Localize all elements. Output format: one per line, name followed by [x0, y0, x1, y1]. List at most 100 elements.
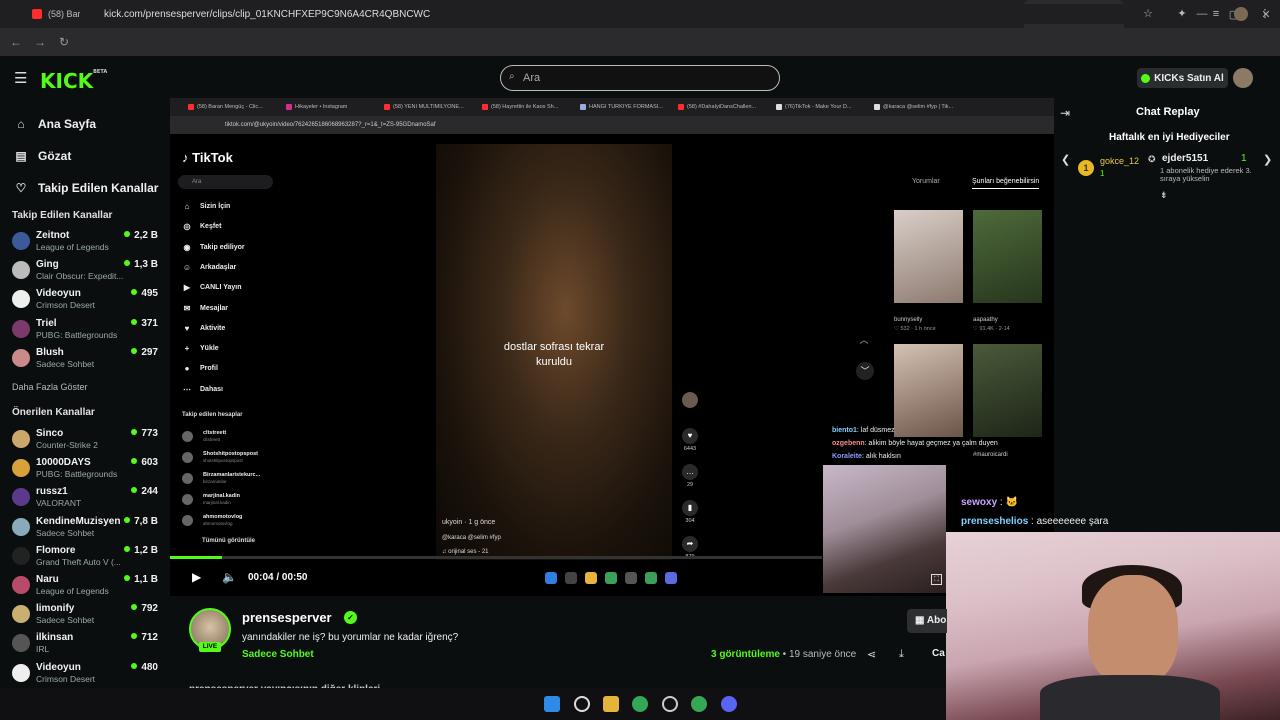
comment-action: … 29: [680, 464, 700, 488]
recorded-url: tiktok.com/@ukyoin/video/762426518606896…: [225, 122, 436, 128]
channel-name: Triel: [36, 317, 57, 329]
channel-category: Sadece Sohbet: [36, 358, 95, 369]
nav-heart[interactable]: ♡ Takip Edilen Kanallar: [14, 178, 159, 198]
clip-category[interactable]: Sadece Sohbet: [242, 649, 314, 660]
channel-item[interactable]: russz1 VALORANT 244: [12, 486, 162, 514]
channel-item[interactable]: Blush Sadece Sohbet 297: [12, 347, 162, 375]
clip-action-button[interactable]: Ca: [932, 648, 945, 659]
url-field[interactable]: kick.com/prensesperver/clips/clip_01KNCH…: [80, 4, 1160, 24]
discord-icon[interactable]: [721, 696, 737, 712]
reload-icon[interactable]: ↻: [52, 35, 76, 49]
nav-label: Takip Edilen Kanallar: [38, 181, 159, 195]
expand-icon[interactable]: ⇟: [1160, 190, 1168, 201]
tiktok-nav-item: ⌂ Sizin İçin: [182, 202, 231, 211]
chat-message: prenseshelios : aseeeeeee şara: [961, 516, 1108, 527]
bookmark-star-icon[interactable]: ☆: [1141, 7, 1155, 21]
channel-item[interactable]: 10000DAYS PUBG: Battlegrounds 603: [12, 457, 162, 485]
tiktok-logo: ♪ TikTok: [182, 150, 233, 165]
video-progress-bar[interactable]: [170, 556, 822, 559]
channel-category: Crimson Desert: [36, 300, 96, 311]
show-more-link[interactable]: Daha Fazla Göster: [12, 382, 88, 392]
tiktok-nav-label: Sizin İçin: [200, 203, 231, 210]
tiktok-account-name: cltstreett: [203, 430, 227, 436]
webcam-person-face: [1088, 575, 1178, 685]
settings-icon[interactable]: [662, 696, 678, 712]
back-icon[interactable]: ←: [4, 35, 28, 49]
channel-name[interactable]: prensesperver: [242, 610, 332, 625]
channel-name: Flomore: [36, 544, 76, 556]
chrome-icon: [605, 572, 617, 584]
download-icon[interactable]: ⤓: [899, 648, 904, 661]
channel-item[interactable]: ilkinsan IRL 712: [12, 632, 162, 660]
buy-kicks-label: KICKs Satın Al: [1154, 72, 1224, 84]
windows-taskbar: [0, 688, 946, 720]
recorded-tab: (58) Hayrettin ile Kaos Sh...: [482, 104, 580, 110]
extensions-icon[interactable]: ✦: [1175, 7, 1189, 21]
settings-icon: [625, 572, 637, 584]
browse-icon: ▤: [15, 149, 27, 163]
channel-item[interactable]: Flomore Grand Theft Auto V (... 1,2 B: [12, 545, 162, 573]
nav-browse[interactable]: ▤ Gözat: [14, 146, 71, 166]
channel-category: PUBG: Battlegrounds: [36, 329, 118, 340]
overlay-chat-message: ozgebenn: alikim böyle hayat geçmez ya ç…: [832, 440, 998, 447]
channel-name: limonify: [36, 603, 75, 615]
chevron-left-icon[interactable]: ❮: [1061, 153, 1070, 166]
viewer-count: 773: [131, 428, 158, 439]
chat-text: : aseeeeeee şara: [1028, 516, 1109, 527]
channel-item[interactable]: Triel PUBG: Battlegrounds 371: [12, 318, 162, 346]
recorded-tab-favicon: [678, 104, 684, 110]
channel-item[interactable]: Videoyun Crimson Desert 495: [12, 288, 162, 316]
browser-menu-icon[interactable]: ⋮: [1258, 7, 1272, 21]
fullscreen-icon[interactable]: ⛶: [931, 574, 942, 585]
recorded-tab: Hikayeler • Instagram: [286, 104, 384, 110]
save-action: ▮ 304: [680, 500, 700, 524]
folder-icon: [585, 572, 597, 584]
tiktok-account-name: Birzamanlaristekurc...: [203, 472, 261, 478]
search-icon[interactable]: [574, 696, 590, 712]
tiktok-nav-item: + Yükle: [182, 344, 219, 353]
volume-icon[interactable]: 🔈: [222, 570, 237, 584]
chevron-right-icon[interactable]: ❯: [1263, 153, 1272, 166]
tiktok-account-avatar: [182, 431, 193, 442]
channel-item[interactable]: Sinco Counter-Strike 2 773: [12, 428, 162, 456]
collapse-chat-icon[interactable]: ⇥: [1060, 106, 1070, 120]
channel-item[interactable]: KendineMuzisyen Sadece Sohbet 7,8 B: [12, 516, 162, 544]
subscribe-label: Abo: [926, 615, 947, 626]
subscribe-button[interactable]: ▦ Abo: [907, 609, 947, 633]
gifter2-desc: 1 abonelik hediye ederek 3. sıraya yükse…: [1160, 166, 1252, 183]
tiktok-nav-label: Keşfet: [200, 223, 222, 231]
channel-item[interactable]: limonify Sadece Sohbet 792: [12, 603, 162, 631]
recorded-tab-label: (58) Baran Mengüç - Clic...: [197, 104, 263, 110]
tiktok-nav-icon: ✉: [183, 303, 191, 313]
buy-kicks-button[interactable]: KICKs Satın Al: [1137, 68, 1228, 88]
profile-avatar[interactable]: [1234, 7, 1248, 21]
recorded-tab-favicon: [580, 104, 586, 110]
channel-name: KendineMuzisyen: [36, 515, 121, 527]
tiktok-nav-icon: ▶: [183, 283, 191, 293]
play-icon[interactable]: ▶: [192, 570, 201, 584]
forward-icon[interactable]: →: [28, 35, 52, 49]
kick-logo[interactable]: KICKBETA: [40, 69, 107, 93]
chat-username: sewoxy: [961, 497, 998, 508]
recorded-tab-favicon: [384, 104, 390, 110]
windows-start-icon[interactable]: [544, 696, 560, 712]
channel-item[interactable]: Zeitnot League of Legends 2,2 B: [12, 230, 162, 258]
chrome-icon[interactable]: [691, 696, 707, 712]
url-text: kick.com/prensesperver/clips/clip_01KNCH…: [104, 8, 431, 20]
share-icon[interactable]: ⋖: [867, 648, 876, 661]
channel-item[interactable]: Videoyun Crimson Desert 480: [12, 662, 162, 690]
tiktok-account-handle: ahmomotovlog: [203, 521, 233, 526]
hamburger-menu-icon[interactable]: ☰: [14, 69, 27, 87]
channel-item[interactable]: Naru League of Legends 1,1 B: [12, 574, 162, 602]
video-time: 00:04 / 00:50: [248, 572, 308, 583]
search-input[interactable]: ⌕ Ara: [500, 65, 780, 91]
channel-item[interactable]: Ging Clair Obscur: Expedit... 1,3 B: [12, 259, 162, 287]
media-icon[interactable]: ≡: [1209, 7, 1223, 21]
folder-icon[interactable]: [603, 696, 619, 712]
nav-home[interactable]: ⌂ Ana Sayfa: [14, 114, 96, 134]
chrome-icon[interactable]: [632, 696, 648, 712]
tiktok-nav-item: ◉ Takip ediliyor: [182, 243, 245, 252]
like-count: 6443: [683, 446, 697, 452]
channel-category: IRL: [36, 644, 50, 655]
user-avatar[interactable]: [1233, 68, 1253, 88]
